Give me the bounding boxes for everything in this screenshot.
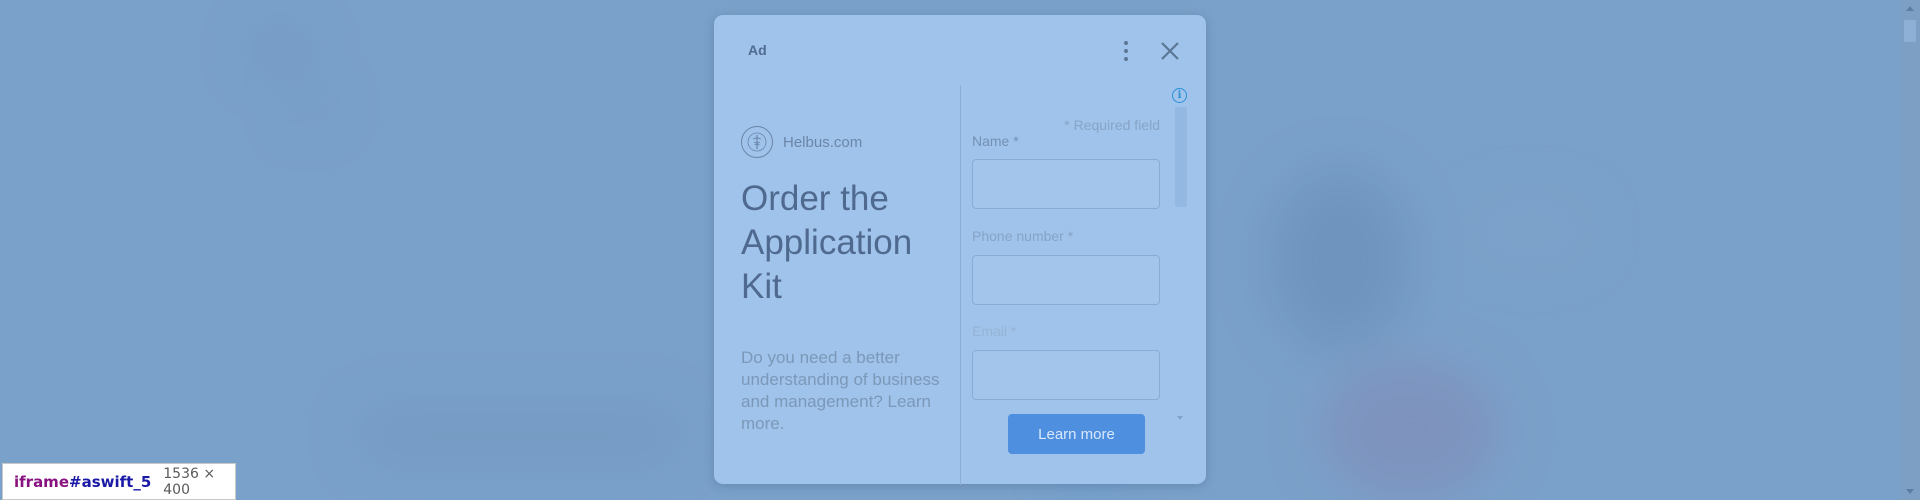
name-field-label: Name * [972, 133, 1019, 149]
email-field[interactable] [972, 350, 1160, 400]
lead-form: * Required field Name * Phone number * E… [972, 103, 1172, 413]
more-vertical-icon [1124, 41, 1128, 45]
page-scrollbar[interactable] [1900, 0, 1920, 500]
close-icon [1161, 42, 1179, 60]
more-options-button[interactable] [1118, 37, 1134, 65]
scroll-up-arrow-icon[interactable] [1906, 6, 1914, 11]
learn-more-button[interactable]: Learn more [1008, 414, 1145, 454]
brand[interactable]: Helbus.com [741, 125, 941, 159]
ad-description: Do you need a better understanding of bu… [741, 348, 940, 433]
tooltip-tag: iframe [14, 472, 69, 491]
form-scrollbar[interactable] [1173, 107, 1187, 422]
tooltip-id: #aswift_5 [69, 472, 152, 491]
form-scrollbar-thumb[interactable] [1175, 107, 1187, 207]
ad-headline: Order the Application Kit [741, 179, 913, 306]
tooltip-size: 1536 × 400 [163, 465, 216, 498]
brand-name: Helbus.com [783, 133, 863, 151]
ad-content: Helbus.com Order the Application Kit Do … [741, 125, 941, 435]
caduceus-seal-icon [741, 126, 773, 158]
devtools-element-tooltip: iframe #aswift_5 1536 × 400 [2, 463, 236, 500]
page-scrollbar-thumb[interactable] [1904, 20, 1916, 42]
info-icon[interactable]: i [1172, 88, 1187, 103]
required-field-note: * Required field [1064, 117, 1160, 133]
close-button[interactable] [1156, 37, 1184, 65]
scroll-down-arrow-icon[interactable] [1906, 489, 1914, 494]
ad-label: Ad [748, 42, 767, 58]
email-field-label: Email * [972, 323, 1017, 339]
ad-dialog: Ad Helbus.com Order the Application Kit … [714, 15, 1206, 485]
column-divider [960, 85, 961, 485]
name-field[interactable] [972, 159, 1160, 209]
chevron-down-icon[interactable] [1177, 416, 1183, 420]
phone-field-label: Phone number * [972, 228, 1074, 244]
phone-field[interactable] [972, 255, 1160, 305]
